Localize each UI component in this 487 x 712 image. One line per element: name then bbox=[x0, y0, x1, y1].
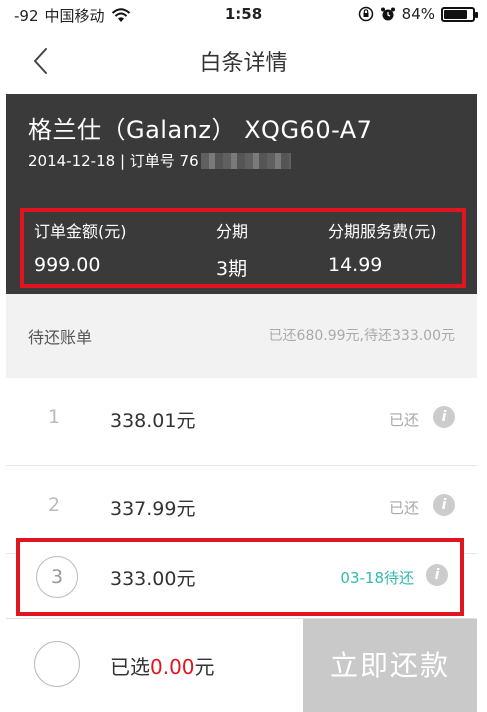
installment-amount: 333.00元 bbox=[110, 568, 196, 590]
nav-bar: 白条详情 bbox=[0, 30, 487, 94]
battery-percent: 84% bbox=[401, 5, 435, 23]
bill-header: 待还账单 已还680.99元,待还333.00元 bbox=[6, 294, 477, 378]
info-icon[interactable]: i bbox=[433, 406, 455, 428]
installment-status: 03-18待还 bbox=[340, 569, 414, 587]
rotation-lock-icon bbox=[358, 6, 373, 22]
selected-amount: 0.00 bbox=[150, 655, 195, 679]
order-number-redacted bbox=[200, 152, 291, 169]
pay-now-button[interactable]: 立即还款 bbox=[303, 619, 477, 712]
status-bar: -92 中国移动 1:58 84% bbox=[0, 0, 487, 30]
footer-bar: 已选0.00元 立即还款 bbox=[6, 618, 477, 712]
selected-unit: 元 bbox=[194, 655, 215, 679]
info-icon[interactable]: i bbox=[433, 494, 455, 516]
installment-index: 1 bbox=[48, 406, 61, 428]
selected-prefix: 已选 bbox=[110, 655, 150, 679]
order-date-number: 2014-12-18 | 订单号 76 bbox=[28, 152, 199, 170]
page-title: 白条详情 bbox=[199, 51, 288, 76]
installment-status: 已还 bbox=[388, 411, 419, 429]
bill-summary: 已还680.99元,待还333.00元 bbox=[268, 328, 455, 344]
installment-status: 已还 bbox=[388, 499, 419, 517]
order-amount-col: 订单金额(元) 999.00 bbox=[34, 218, 127, 276]
status-right: 84% bbox=[358, 5, 478, 23]
installment-row-1[interactable]: 1 338.01元 已还 i bbox=[6, 378, 477, 466]
battery-icon bbox=[441, 6, 478, 22]
info-icon[interactable]: i bbox=[426, 564, 448, 586]
order-summary: 订单金额(元) 999.00 分期 3期 分期服务费(元) 14.99 bbox=[20, 208, 466, 288]
period-label: 分期 bbox=[216, 222, 249, 241]
order-amount-label: 订单金额(元) bbox=[34, 222, 127, 241]
bill-label: 待还账单 bbox=[28, 328, 93, 347]
alarm-icon bbox=[380, 7, 395, 21]
order-meta: 2014-12-18 | 订单号 76 bbox=[28, 150, 291, 171]
installment-amount: 338.01元 bbox=[110, 410, 196, 432]
installment-index: 2 bbox=[48, 494, 61, 516]
installment-select-circle[interactable]: 3 bbox=[36, 556, 78, 598]
installment-amount: 337.99元 bbox=[110, 498, 196, 520]
fee-col: 分期服务费(元) 14.99 bbox=[328, 218, 437, 276]
installment-row-3[interactable]: 3 333.00元 03-18待还 i bbox=[16, 538, 464, 616]
fee-value: 14.99 bbox=[328, 254, 383, 276]
fee-label: 分期服务费(元) bbox=[328, 222, 437, 241]
product-name: 格兰仕（Galanz） XQG60-A7 bbox=[28, 116, 373, 144]
battery-fill bbox=[444, 9, 468, 19]
select-all-radio[interactable] bbox=[34, 641, 80, 687]
order-amount-value: 999.00 bbox=[34, 254, 101, 276]
product-header: 格兰仕（Galanz） XQG60-A7 2014-12-18 | 订单号 76… bbox=[6, 94, 477, 294]
period-col: 分期 3期 bbox=[216, 218, 248, 281]
period-value: 3期 bbox=[216, 258, 248, 280]
selected-amount-text: 已选0.00元 bbox=[110, 651, 215, 680]
